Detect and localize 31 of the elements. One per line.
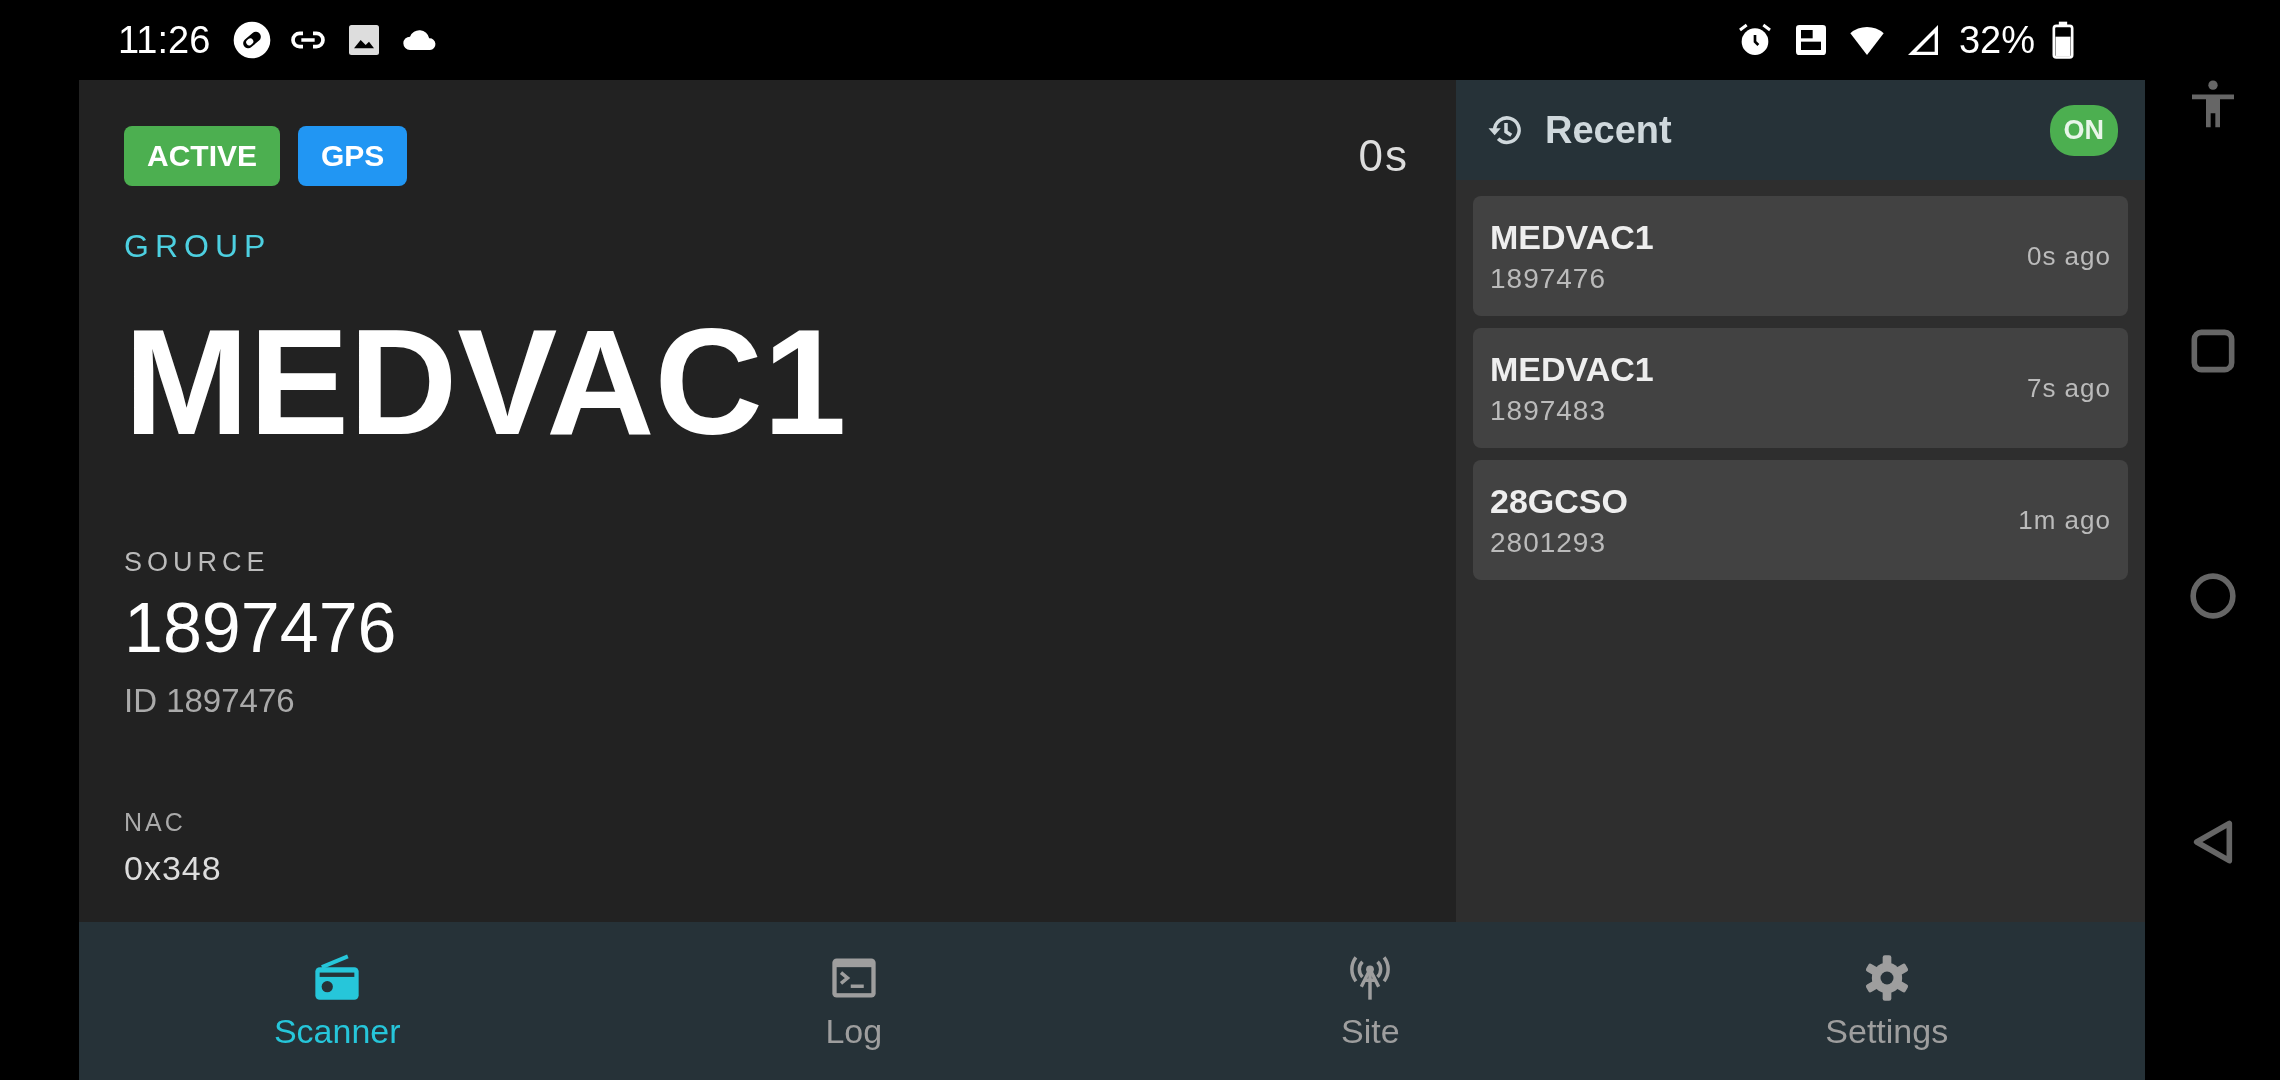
nav-tab[interactable]: Log	[815, 951, 893, 1051]
nac-label: NAC	[124, 808, 186, 837]
source-id: ID 1897476	[124, 682, 295, 720]
elapsed-time: 0s	[1358, 131, 1409, 181]
recent-card[interactable]: 28GCSO 2801293 1m ago	[1473, 460, 2128, 580]
card-source-id: 1897476	[1490, 262, 1607, 295]
card-source-id: 1897483	[1490, 394, 1607, 427]
group-name: MEDVAC1	[124, 307, 847, 457]
status-badge: ACTIVE	[124, 126, 280, 186]
battery-percent: 32%	[1958, 18, 2035, 62]
card-source-id: 2801293	[1490, 526, 1607, 559]
status-time: 11:26	[118, 18, 211, 62]
nav-tab[interactable]: Scanner	[263, 951, 411, 1051]
recent-card[interactable]: MEDVAC1 1897483 7s ago	[1473, 328, 2128, 448]
card-time: 1m ago	[2018, 504, 2111, 536]
card-group-name: MEDVAC1	[1490, 217, 1654, 257]
source-value: 1897476	[124, 588, 397, 668]
recent-title: Recent	[1545, 108, 1673, 152]
source-label: SOURCE	[124, 547, 270, 578]
card-time: 7s ago	[2026, 372, 2111, 404]
card-group-name: MEDVAC1	[1490, 349, 1654, 389]
nav-tab[interactable]: Settings	[1815, 951, 1959, 1051]
pill-icon	[232, 20, 273, 60]
card-time: 0s ago	[2026, 240, 2111, 272]
battery-icon	[2051, 20, 2075, 60]
group-label: GROUP	[124, 228, 272, 265]
nac-value: 0x348	[124, 849, 222, 888]
recent-card[interactable]: MEDVAC1 1897476 0s ago	[1473, 196, 2128, 316]
nav-tab[interactable]: Site	[1330, 951, 1410, 1051]
status-badge: GPS	[298, 126, 408, 186]
card-group-name: 28GCSO	[1490, 481, 1628, 521]
